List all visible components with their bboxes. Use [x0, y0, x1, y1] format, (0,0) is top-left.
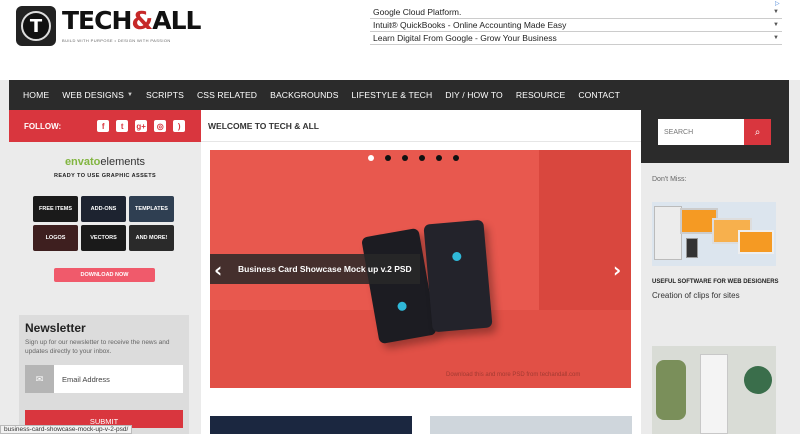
dont-miss-label: Don't Miss: — [652, 176, 687, 183]
email-placeholder: Email Address — [62, 374, 110, 384]
envato-tile[interactable]: TEMPLATES — [129, 196, 174, 222]
post-title[interactable]: Creation of clips for sites — [652, 291, 740, 300]
site-logo[interactable]: T TECH&ALL BUILD WITH PURPOSE • DESIGN W… — [16, 6, 201, 46]
page: T TECH&ALL BUILD WITH PURPOSE • DESIGN W… — [0, 0, 800, 434]
facebook-icon[interactable]: f — [97, 120, 110, 132]
email-field[interactable]: ✉ Email Address — [25, 365, 183, 393]
slider-dots — [368, 155, 459, 161]
chevron-down-icon: ▼ — [773, 35, 779, 41]
site-header: T TECH&ALL BUILD WITH PURPOSE • DESIGN W… — [0, 0, 800, 80]
chevron-right-icon[interactable]: › — [613, 258, 621, 282]
slider-dot[interactable] — [385, 155, 391, 161]
envato-tile[interactable]: VECTORS — [81, 225, 126, 251]
nav-item-scripts[interactable]: SCRIPTS — [146, 90, 184, 100]
nav-item-backgrounds[interactable]: BACKGROUNDS — [270, 90, 338, 100]
ad-link[interactable]: Google Cloud Platform. ▼ — [370, 6, 782, 19]
envato-ad[interactable]: envatoelements READY TO USE GRAPHIC ASSE… — [9, 156, 201, 282]
envato-logo: envatoelements — [64, 156, 146, 168]
newsletter-text: Sign up for our newsletter to receive th… — [25, 339, 170, 355]
post-image[interactable] — [652, 346, 776, 434]
twitter-icon[interactable]: t — [116, 120, 129, 132]
left-sidebar: FOLLOW: f t g+ ◎ ) envatoelements READY … — [9, 110, 201, 434]
follow-label: FOLLOW: — [24, 121, 62, 131]
envelope-icon: ✉ — [25, 365, 54, 393]
slider-dot[interactable] — [453, 155, 459, 161]
main-nav: HOME WEB DESIGNS ▼ SCRIPTS CSS RELATED BA… — [9, 80, 789, 110]
slider-dot[interactable] — [419, 155, 425, 161]
envato-tile[interactable]: FREE ITEMS — [33, 196, 78, 222]
nav-item-home[interactable]: HOME — [23, 90, 49, 100]
nav-item-web-designs[interactable]: WEB DESIGNS ▼ — [62, 90, 133, 100]
follow-bar: FOLLOW: f t g+ ◎ ) — [9, 110, 201, 142]
post-thumbnail[interactable] — [430, 416, 632, 434]
envato-subtitle: READY TO USE GRAPHIC ASSETS — [53, 173, 157, 179]
slider-dot[interactable] — [436, 155, 442, 161]
search-input[interactable]: SEARCH — [658, 119, 744, 145]
envato-tile[interactable]: AND MORE! — [129, 225, 174, 251]
download-now-button[interactable]: DOWNLOAD NOW — [54, 268, 155, 282]
slider-dot[interactable] — [368, 155, 374, 161]
rss-icon[interactable]: ) — [173, 120, 186, 132]
nav-item-diy-how-to[interactable]: DIY / HOW TO — [445, 90, 503, 100]
chevron-left-icon[interactable]: ‹ — [214, 258, 222, 282]
right-sidebar: SEARCH ⌕ Don't Miss: USEFUL SOFTWARE FOR… — [641, 110, 789, 434]
slide-caption[interactable]: Business Card Showcase Mock up v.2 PSD — [210, 254, 420, 284]
newsletter-title: Newsletter — [25, 321, 86, 335]
status-url: business-card-showcase-mock-up-v-2-psd/ — [0, 425, 133, 434]
google-plus-icon[interactable]: g+ — [135, 120, 148, 132]
search-icon[interactable]: ⌕ — [744, 119, 771, 145]
nav-item-resource[interactable]: RESOURCE — [516, 90, 566, 100]
post-thumbnails — [210, 416, 632, 434]
logo-name: TECH&ALL — [62, 6, 201, 35]
featured-slider[interactable]: Business Card Showcase Mock up v.2 PSD ‹… — [210, 150, 631, 388]
business-card-image — [423, 219, 493, 333]
chevron-down-icon: ▼ — [773, 9, 779, 15]
logo-tagline: BUILD WITH PURPOSE • DESIGN WITH PASSION — [62, 38, 171, 43]
search-box: SEARCH ⌕ — [641, 110, 789, 163]
post-image[interactable] — [652, 202, 776, 266]
section-heading: WELCOME TO TECH & ALL — [201, 110, 641, 142]
chevron-down-icon: ▼ — [773, 22, 779, 28]
nav-item-lifestyle-tech[interactable]: LIFESTYLE & TECH — [352, 90, 433, 100]
ad-links: Google Cloud Platform. ▼ Intuit® QuickBoo… — [370, 6, 782, 45]
envato-tile[interactable]: ADD-ONS — [81, 196, 126, 222]
ad-link[interactable]: Learn Digital From Google - Grow Your Bu… — [370, 32, 782, 45]
ad-link[interactable]: Intuit® QuickBooks - Online Accounting M… — [370, 19, 782, 32]
logo-badge: T — [16, 6, 56, 46]
slide-credit: Download this and more PSD from techanda… — [446, 372, 581, 378]
chevron-down-icon: ▼ — [126, 92, 133, 98]
newsletter-box: Newsletter Sign up for our newsletter to… — [19, 315, 189, 434]
slider-dot[interactable] — [402, 155, 408, 161]
nav-item-contact[interactable]: CONTACT — [578, 90, 620, 100]
instagram-icon[interactable]: ◎ — [154, 120, 167, 132]
post-category[interactable]: USEFUL SOFTWARE FOR WEB DESIGNERS — [652, 279, 779, 285]
nav-item-css-related[interactable]: CSS RELATED — [197, 90, 257, 100]
main-content: WELCOME TO TECH & ALL Business Card Show… — [201, 110, 641, 434]
post-thumbnail[interactable] — [210, 416, 412, 434]
envato-tile[interactable]: LOGOS — [33, 225, 78, 251]
